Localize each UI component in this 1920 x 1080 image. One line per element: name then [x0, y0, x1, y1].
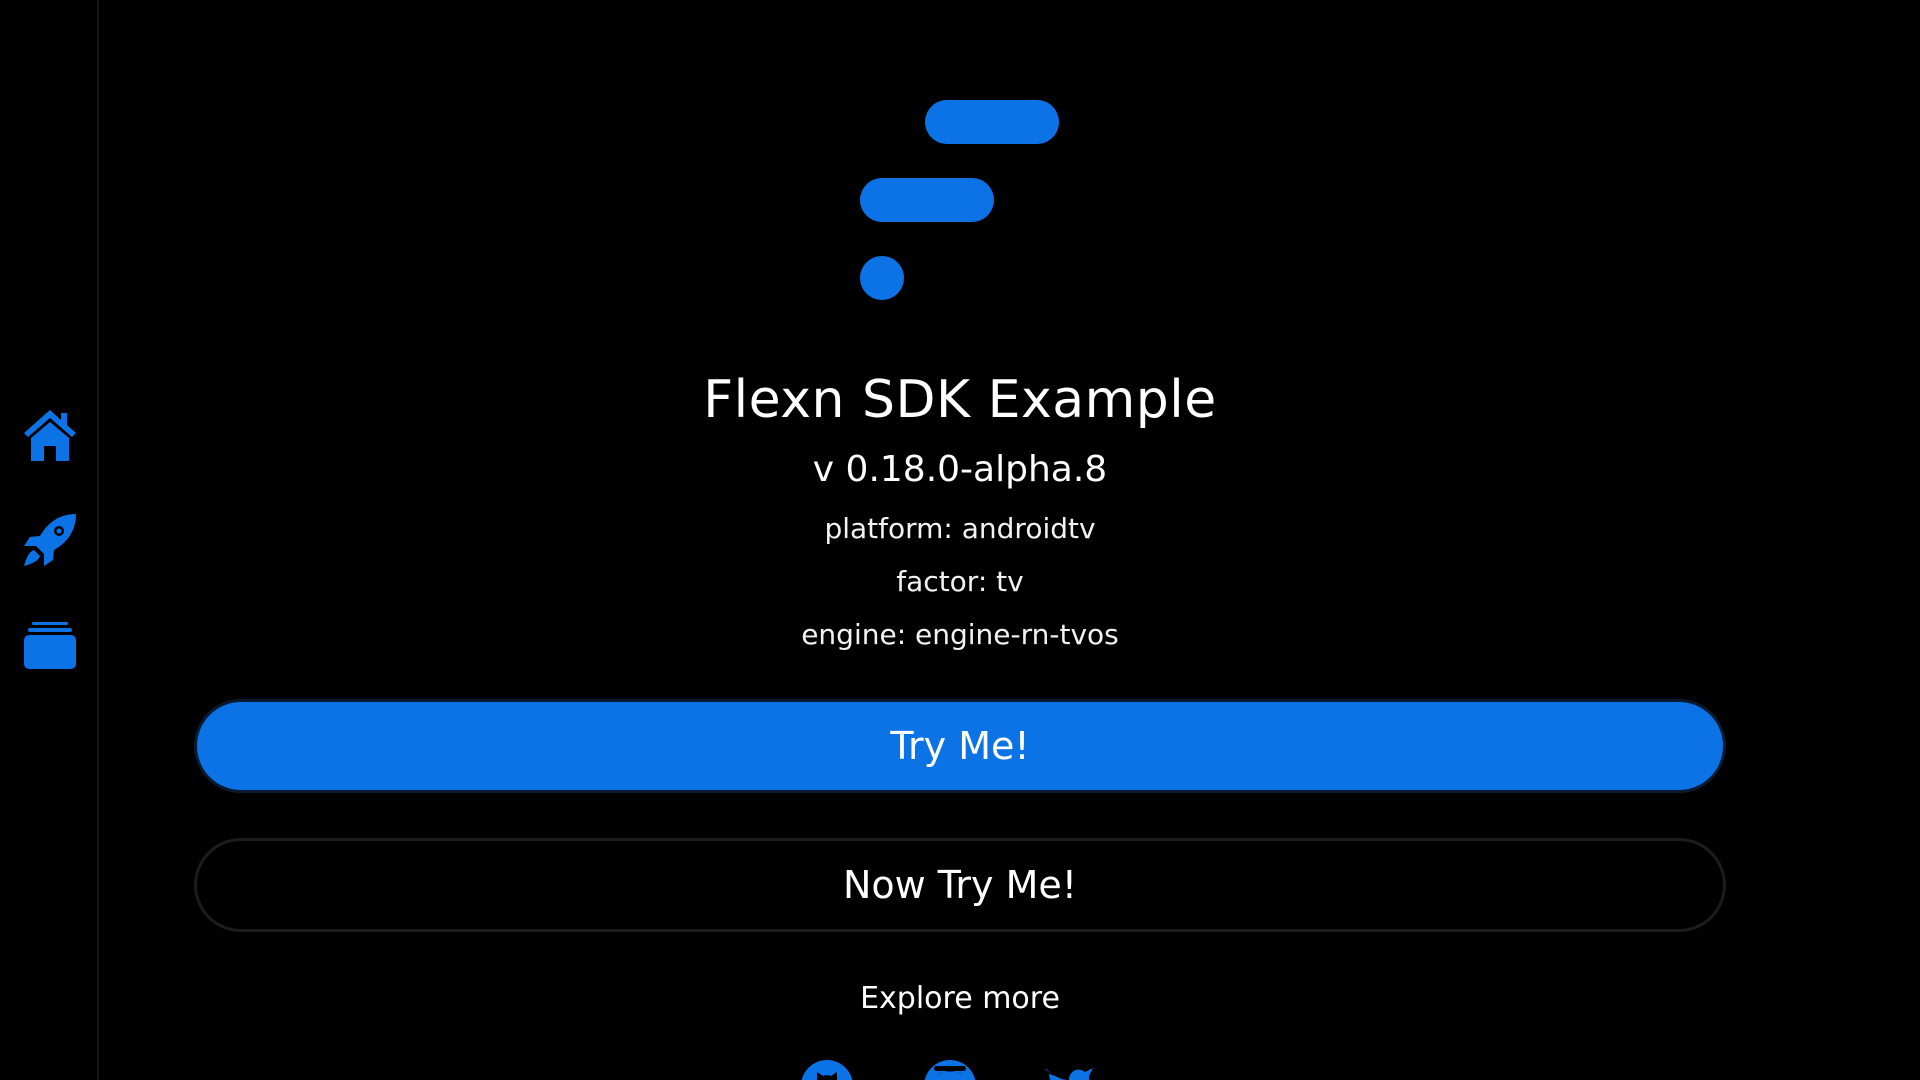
main-content: Flexn SDK Example v 0.18.0-alpha.8 platf… [100, 0, 1920, 1080]
version-text: v 0.18.0-alpha.8 [812, 449, 1108, 490]
factor-text: factor: tv [896, 565, 1024, 598]
page-title: Flexn SDK Example [703, 370, 1217, 430]
side-menu [0, 0, 99, 1080]
twitter-icon[interactable] [1041, 1058, 1097, 1080]
app-screen: Flexn SDK Example v 0.18.0-alpha.8 platf… [0, 0, 1920, 1080]
sidebar-item-rocket[interactable] [20, 510, 80, 570]
sidebar-item-home[interactable] [20, 405, 80, 465]
home-icon [24, 410, 76, 461]
flexn-logo [860, 100, 1059, 300]
archive-icon [24, 622, 76, 669]
platform-text: platform: androidtv [824, 512, 1096, 545]
engine-text: engine: engine-rn-tvos [801, 618, 1119, 651]
try-me-button[interactable]: Try Me! [194, 699, 1726, 793]
now-try-me-button[interactable]: Now Try Me! [194, 838, 1726, 932]
sidebar-item-archive[interactable] [20, 615, 80, 675]
discord-icon[interactable] [922, 1058, 978, 1080]
explore-more-label: Explore more [860, 981, 1060, 1016]
rocket-icon [24, 514, 76, 566]
github-icon[interactable] [799, 1058, 855, 1080]
